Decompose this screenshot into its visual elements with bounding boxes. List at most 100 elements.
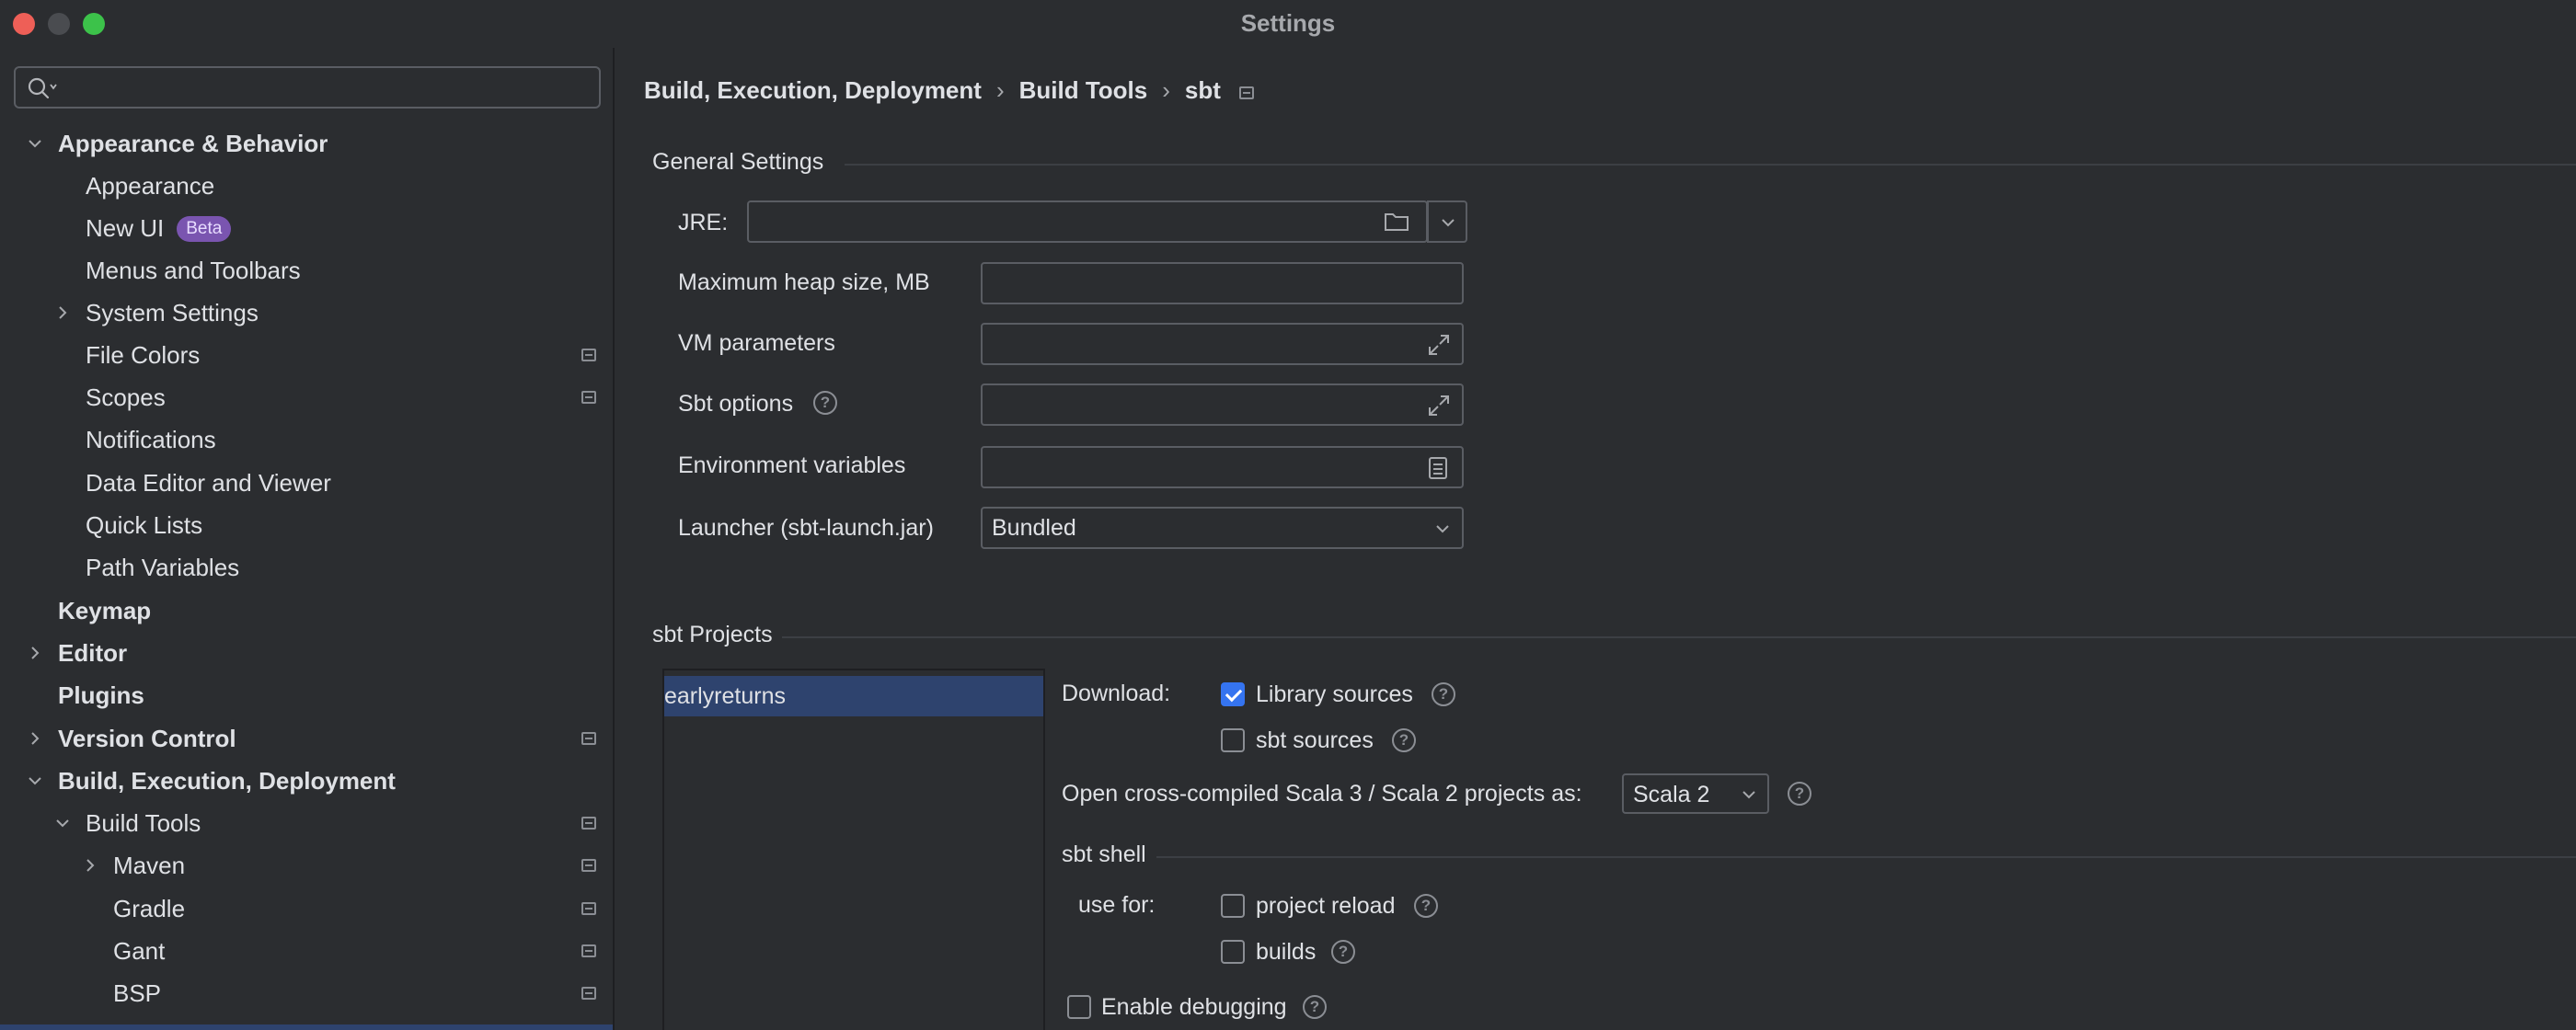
chevron-right-icon[interactable] — [26, 644, 44, 662]
tree-item-version-control[interactable]: Version Control — [0, 717, 613, 760]
tree-item-quick-lists[interactable]: Quick Lists — [0, 504, 613, 546]
tree-item-new-ui[interactable]: New UI Beta — [0, 207, 613, 249]
project-settings-icon — [581, 349, 596, 361]
help-icon[interactable]: ? — [1303, 995, 1327, 1019]
general-settings-title: General Settings — [652, 149, 824, 175]
sbt-project-list[interactable]: earlyreturns — [662, 669, 1045, 1030]
list-item-selected[interactable]: earlyreturns — [664, 676, 1043, 716]
tree-item-label: Menus and Toolbars — [86, 257, 301, 284]
tree-item-menus-toolbars[interactable]: Menus and Toolbars — [0, 249, 613, 292]
sbt-options-label: Sbt options — [678, 391, 794, 417]
use-for-label: use for: — [1078, 892, 1156, 918]
vm-parameters-label: VM parameters — [678, 330, 835, 356]
launcher-select[interactable]: Bundled — [981, 507, 1464, 549]
launcher-select-value: Bundled — [992, 515, 1076, 541]
project-settings-icon — [581, 987, 596, 1000]
project-reload-checkbox[interactable] — [1221, 894, 1245, 918]
expand-icon[interactable] — [1426, 393, 1452, 418]
chevron-down-icon[interactable] — [26, 134, 44, 153]
folder-icon[interactable] — [1384, 210, 1409, 234]
tree-item-bsp[interactable]: BSP — [0, 972, 613, 1014]
tree-item-label: Version Control — [58, 725, 236, 752]
section-divider — [782, 636, 2576, 638]
chevron-down-icon — [1436, 525, 1449, 533]
tree-item-gradle[interactable]: Gradle — [0, 887, 613, 930]
tree-item-label: Plugins — [58, 681, 144, 709]
scala-version-select[interactable]: Scala 2 — [1622, 773, 1769, 814]
env-vars-field[interactable] — [981, 446, 1464, 488]
breadcrumb-item[interactable]: Build Tools — [1019, 72, 1148, 109]
tree-item-label-wrap: New UI Beta — [86, 207, 232, 249]
tree-item-label: System Settings — [86, 299, 259, 326]
tree-item-label: File Colors — [86, 341, 201, 369]
help-icon[interactable]: ? — [813, 391, 837, 415]
tree-item-gant[interactable]: Gant — [0, 930, 613, 972]
tree-item-label: Keymap — [58, 597, 152, 624]
document-icon[interactable] — [1426, 455, 1450, 481]
enable-debugging-checkbox[interactable] — [1067, 995, 1091, 1019]
tree-item-label: Path Variables — [86, 554, 240, 581]
tree-item-notifications[interactable]: Notifications — [0, 418, 613, 461]
search-icon — [28, 77, 57, 99]
tree-item-label: Appearance — [86, 172, 215, 200]
tree-item-label: Build Tools — [86, 809, 201, 837]
project-settings-icon — [581, 944, 596, 957]
sbt-projects-title: sbt Projects — [652, 622, 773, 647]
tree-item-appearance[interactable]: Appearance — [0, 165, 613, 207]
library-sources-checkbox[interactable] — [1221, 682, 1245, 706]
chevron-down-icon[interactable] — [53, 814, 72, 832]
enable-debugging-label: Enable debugging — [1101, 994, 1287, 1020]
tree-item-plugins[interactable]: Plugins — [0, 674, 613, 716]
help-icon[interactable]: ? — [1392, 728, 1416, 752]
tree-item-path-variables[interactable]: Path Variables — [0, 546, 613, 589]
tree-item-file-colors[interactable]: File Colors — [0, 334, 613, 376]
project-settings-icon — [581, 817, 596, 830]
tree-item-build-execution-deployment[interactable]: Build, Execution, Deployment — [0, 760, 613, 802]
tree-item-keymap[interactable]: Keymap — [0, 589, 613, 632]
help-icon[interactable]: ? — [1414, 894, 1438, 918]
tree-item-label: Quick Lists — [86, 511, 203, 539]
library-sources-label: Library sources — [1256, 681, 1413, 707]
section-divider — [1156, 856, 2576, 858]
expand-icon[interactable] — [1426, 332, 1452, 358]
tree-item-appearance-behavior[interactable]: Appearance & Behavior — [0, 122, 613, 165]
jre-field[interactable] — [747, 200, 1428, 243]
tree-item-scopes[interactable]: Scopes — [0, 376, 613, 418]
sbt-sources-checkbox[interactable] — [1221, 728, 1245, 752]
chevron-right-icon[interactable] — [26, 729, 44, 748]
beta-badge: Beta — [177, 216, 232, 242]
sbt-shell-title: sbt shell — [1062, 841, 1146, 867]
sbt-options-field[interactable] — [981, 383, 1464, 426]
tree-item-maven[interactable]: Maven — [0, 844, 613, 887]
tree-item-editor[interactable]: Editor — [0, 632, 613, 674]
breadcrumb-item[interactable]: Build, Execution, Deployment — [644, 72, 982, 109]
help-icon[interactable]: ? — [1432, 682, 1455, 706]
breadcrumb-separator: › — [1162, 76, 1170, 104]
breadcrumb: Build, Execution, Deployment › Build Tools… — [644, 72, 1254, 109]
tree-item-build-tools[interactable]: Build Tools — [0, 802, 613, 844]
selected-tree-item-sbt[interactable] — [0, 1024, 613, 1030]
chevron-down-icon — [1742, 791, 1755, 799]
tree-item-system-settings[interactable]: System Settings — [0, 292, 613, 334]
chevron-right-icon[interactable] — [53, 303, 72, 322]
tree-item-label: New UI — [86, 214, 165, 242]
settings-window: Settings Appearance & Behavior Appearanc… — [0, 0, 2576, 1030]
chevron-down-icon — [1442, 219, 1455, 227]
vm-parameters-field[interactable] — [981, 323, 1464, 365]
tree-item-label: Notifications — [86, 426, 216, 453]
project-settings-icon — [1238, 86, 1254, 99]
chevron-right-icon[interactable] — [81, 856, 99, 875]
search-input[interactable] — [14, 66, 601, 109]
builds-checkbox[interactable] — [1221, 940, 1245, 964]
launcher-label: Launcher (sbt-launch.jar) — [678, 515, 934, 541]
env-vars-label: Environment variables — [678, 452, 906, 478]
help-icon[interactable]: ? — [1788, 782, 1811, 806]
tree-item-data-editor[interactable]: Data Editor and Viewer — [0, 462, 613, 504]
tree-item-label: Build, Execution, Deployment — [58, 767, 396, 795]
jre-dropdown-button[interactable] — [1427, 200, 1467, 243]
builds-label: builds — [1256, 939, 1317, 965]
scala-version-value: Scala 2 — [1633, 782, 1710, 807]
chevron-down-icon[interactable] — [26, 772, 44, 790]
help-icon[interactable]: ? — [1331, 940, 1355, 964]
max-heap-field[interactable] — [981, 262, 1464, 304]
